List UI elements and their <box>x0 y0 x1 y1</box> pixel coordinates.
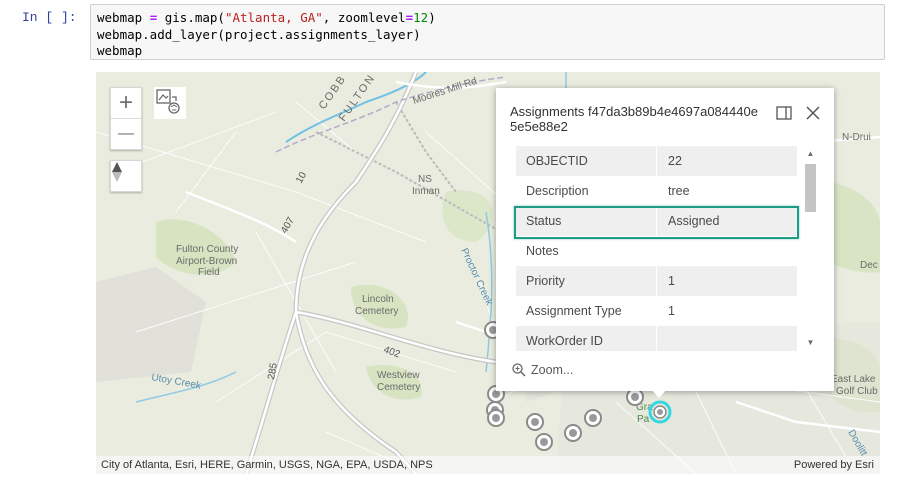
attribute-row: OBJECTID 22 <box>516 146 797 176</box>
code-token: 12 <box>413 10 429 25</box>
attribution-bar: City of Atlanta, Esri, HERE, Garmin, USG… <box>96 456 880 474</box>
feature-popup: Assignments f47da3b89b4e4697a084440e5e5e… <box>496 88 834 391</box>
n-druid-label: N-Drui <box>842 132 871 143</box>
assignment-marker[interactable] <box>526 413 544 431</box>
basemap-toggle-icon <box>156 89 180 114</box>
attribute-table[interactable]: OBJECTID 22 Description tree Status Assigned N… <box>516 146 797 351</box>
lincoln-label-1: Lincoln <box>362 294 394 305</box>
grant-park-label-2: Pa <box>637 414 650 425</box>
basemap-toggle-button[interactable] <box>154 87 186 119</box>
code-token: = <box>405 10 414 25</box>
east-lake-label-1: East Lake <box>831 374 876 385</box>
attribute-key: Assignment Type <box>516 296 657 326</box>
attribute-value: 22 <box>668 154 682 168</box>
code-token: "Atlanta, GA" <box>224 10 323 25</box>
compass-icon <box>112 162 122 182</box>
moores-mill-label: Moores Mill Rd <box>412 76 479 107</box>
proctor-creek-label: Proctor Creek <box>458 247 494 308</box>
popup-scrollbar[interactable]: ▲ ▼ <box>803 146 818 351</box>
westview-label-1: Westview <box>377 370 420 381</box>
assignment-marker[interactable] <box>626 388 644 406</box>
code-cell[interactable]: webmap = gis.map("Atlanta, GA", zoomleve… <box>90 4 885 60</box>
route-10-label: 10 <box>294 170 309 186</box>
attribute-value <box>657 236 797 266</box>
attribute-key: Priority <box>516 266 657 296</box>
utoy-creek-label: Utoy Creek <box>150 372 202 392</box>
westview-label-2: Cemetery <box>377 382 420 393</box>
zoom-to-button[interactable]: Zoom... <box>512 363 573 377</box>
code-line-3: webmap <box>97 43 878 60</box>
close-icon <box>806 106 820 120</box>
zoom-out-button[interactable]: — <box>111 118 141 149</box>
zoom-to-label: Zoom... <box>531 363 574 377</box>
compass-button[interactable] <box>110 160 142 192</box>
attribute-key: Description <box>516 176 657 206</box>
zoom-in-button[interactable]: + <box>111 88 141 118</box>
decatur-label: Dec <box>860 260 878 271</box>
code-token: gis.map( <box>157 10 225 25</box>
attribute-row: Priority 1 <box>516 266 797 296</box>
code-token: ) <box>428 10 436 25</box>
route-402-label: 402 <box>382 344 402 360</box>
east-lake-label-2: Golf Club <box>836 386 878 397</box>
attribute-row: Description tree <box>516 176 797 206</box>
status-row-highlight <box>514 206 799 239</box>
ns-label: NS <box>418 174 432 185</box>
assignment-marker[interactable] <box>535 433 553 451</box>
route-407-label: 407 <box>279 215 297 235</box>
scroll-down-arrow-icon[interactable]: ▼ <box>806 337 815 349</box>
code-token: webmap.add_layer(project.assignments_lay… <box>97 26 421 42</box>
popup-pointer <box>651 389 667 398</box>
assignment-marker[interactable] <box>584 409 602 427</box>
dock-icon <box>776 106 792 120</box>
attribute-row: Notes <box>516 236 797 266</box>
attribution-text[interactable]: City of Atlanta, Esri, HERE, Garmin, USG… <box>101 459 433 471</box>
inman-label: Inman <box>412 186 440 197</box>
popup-title: Assignments f47da3b89b4e4697a084440e5e5e… <box>510 104 758 134</box>
attribute-key: Notes <box>516 236 657 266</box>
attribute-value: tree <box>668 184 690 198</box>
dock-button[interactable] <box>772 102 796 124</box>
code-line-2: webmap.add_layer(project.assignments_lay… <box>97 27 878 44</box>
airport-label-3: Field <box>198 267 220 278</box>
assignment-marker[interactable] <box>564 424 582 442</box>
zoom-magnifier-icon <box>512 363 526 377</box>
airport-label-2: Airport-Brown <box>176 256 237 267</box>
scrollbar-thumb[interactable] <box>805 164 816 212</box>
powered-by-esri[interactable]: Powered by Esri <box>794 459 874 471</box>
assignment-marker[interactable] <box>487 409 505 427</box>
attribute-row: Assignment Type 1 <box>516 296 797 326</box>
code-token: webmap <box>97 43 143 58</box>
attribute-value: 1 <box>668 304 675 318</box>
lincoln-label-2: Cemetery <box>355 306 398 317</box>
attribute-key: OBJECTID <box>516 146 657 176</box>
attribute-value <box>657 326 797 351</box>
code-line-1: webmap = gis.map("Atlanta, GA", zoomleve… <box>97 10 878 27</box>
attribute-key: WorkOrder ID <box>516 326 657 351</box>
scroll-up-arrow-icon[interactable]: ▲ <box>806 148 815 160</box>
close-button[interactable] <box>801 102 825 124</box>
airport-label-1: Fulton County <box>176 244 238 255</box>
attribute-row: WorkOrder ID <box>516 326 797 351</box>
cell-prompt: In [ ]: <box>22 10 77 25</box>
code-token: , zoomlevel <box>322 10 406 25</box>
code-token: webmap <box>97 10 150 25</box>
attribute-value: 1 <box>668 274 675 288</box>
zoom-control: + — <box>110 87 142 150</box>
